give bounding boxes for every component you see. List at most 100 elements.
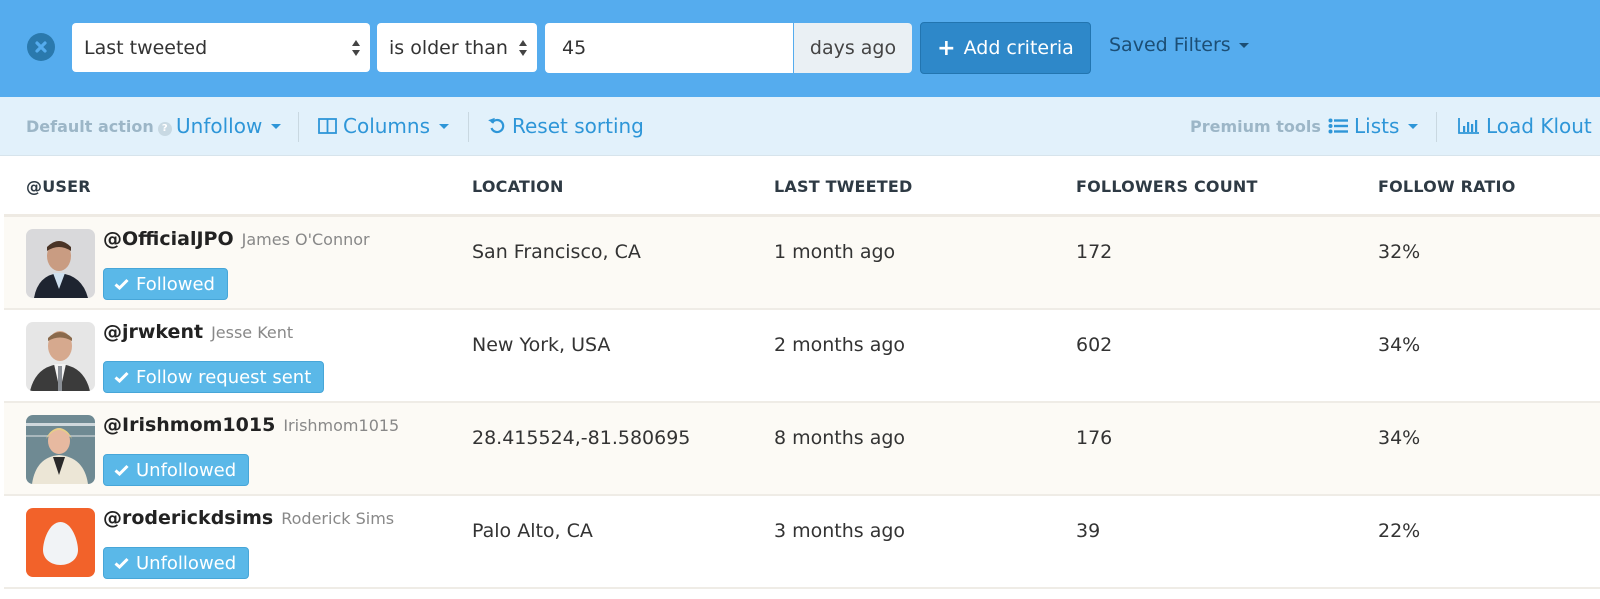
followers-count-cell: 172 (1076, 241, 1113, 263)
caret-down-icon (1408, 123, 1419, 129)
saved-filters-dropdown[interactable]: Saved Filters (1109, 34, 1249, 56)
user-full-name: Roderick Sims (281, 509, 395, 528)
user-photo-icon (26, 415, 95, 484)
help-icon[interactable]: ? (157, 122, 172, 136)
status-badge[interactable]: Followed (103, 268, 228, 300)
followers-count-cell: 176 (1076, 427, 1113, 449)
last-tweeted-cell: 8 months ago (774, 427, 906, 449)
caret-down-icon (1238, 42, 1249, 48)
status-label: Follow request sent (136, 366, 312, 388)
status-label: Unfollowed (136, 459, 237, 481)
last-tweeted-cell: 3 months ago (774, 520, 906, 542)
check-icon (114, 557, 129, 569)
table-row[interactable]: @OfficialJPO James O'Connor Followed San … (4, 217, 1600, 310)
select-arrows-icon (352, 40, 360, 56)
status-label: Unfollowed (136, 552, 237, 574)
list-icon (1328, 118, 1348, 134)
user-handle: @jrwkent (103, 321, 204, 343)
column-header-last-tweeted[interactable]: LAST TWEETED (774, 177, 913, 196)
user-handle-link[interactable]: @roderickdsims Roderick Sims (103, 507, 394, 529)
status-badge[interactable]: Unfollowed (103, 547, 250, 579)
followers-count-cell: 39 (1076, 520, 1101, 542)
default-action-label: Default action? (26, 117, 172, 136)
bar-chart-icon (1458, 118, 1479, 134)
follow-ratio-cell: 34% (1378, 427, 1421, 449)
avatar[interactable] (26, 229, 95, 298)
saved-filters-label: Saved Filters (1109, 34, 1231, 56)
users-table: @USER LOCATION LAST TWEETED FOLLOWERS CO… (4, 156, 1600, 589)
default-action-text: Default action (26, 117, 154, 136)
divider (298, 112, 299, 142)
user-handle: @roderickdsims (103, 507, 274, 529)
status-badge[interactable]: Unfollowed (103, 454, 250, 486)
last-tweeted-cell: 2 months ago (774, 334, 906, 356)
filter-operator-value: is older than (389, 36, 508, 59)
avatar[interactable] (26, 322, 95, 391)
load-klout-button[interactable]: Load Klout (1458, 114, 1592, 138)
unit-addon: days ago (794, 23, 912, 73)
filter-field-value: Last tweeted (84, 36, 208, 59)
column-header-followers-count[interactable]: FOLLOWERS COUNT (1076, 177, 1258, 196)
filter-field-select[interactable]: Last tweeted (72, 23, 370, 72)
divider (1436, 112, 1437, 142)
location-cell: 28.415524,-81.580695 (472, 427, 691, 449)
status-badge[interactable]: Follow request sent (103, 361, 325, 393)
table-row[interactable]: @Irishmom1015 Irishmom1015 Unfollowed 28.… (4, 403, 1600, 496)
user-full-name: Jesse Kent (211, 323, 294, 342)
columns-dropdown[interactable]: Columns (318, 114, 450, 138)
table-row[interactable]: @roderickdsims Roderick Sims Unfollowed P… (4, 496, 1600, 589)
caret-down-icon (439, 123, 450, 129)
column-header-location[interactable]: LOCATION (472, 177, 564, 196)
user-handle-link[interactable]: @OfficialJPO James O'Connor (103, 228, 370, 250)
filter-value-input[interactable] (545, 23, 793, 73)
follow-ratio-cell: 22% (1378, 520, 1421, 542)
divider (468, 112, 469, 142)
location-cell: Palo Alto, CA (472, 520, 593, 542)
columns-icon (318, 118, 337, 134)
user-handle-link[interactable]: @Irishmom1015 Irishmom1015 (103, 414, 399, 436)
last-tweeted-cell: 1 month ago (774, 241, 896, 263)
location-cell: San Francisco, CA (472, 241, 641, 263)
load-klout-label: Load Klout (1486, 114, 1592, 138)
egg-avatar-icon (26, 508, 95, 577)
lists-dropdown[interactable]: Lists (1328, 114, 1419, 138)
avatar[interactable] (26, 415, 95, 484)
default-action-dropdown[interactable]: Unfollow (176, 114, 282, 138)
user-photo-icon (26, 322, 95, 391)
user-full-name: James O'Connor (241, 230, 370, 249)
plus-icon: + (937, 35, 956, 61)
user-handle-link[interactable]: @jrwkent Jesse Kent (103, 321, 293, 343)
filter-bar: Last tweeted is older than days ago + Ad… (0, 0, 1600, 97)
reset-icon (488, 117, 505, 134)
follow-ratio-cell: 34% (1378, 334, 1421, 356)
add-criteria-button[interactable]: + Add criteria (920, 22, 1091, 74)
location-cell: New York, USA (472, 334, 611, 356)
user-handle: @Irishmom1015 (103, 414, 276, 436)
select-arrows-icon (519, 40, 527, 56)
reset-sorting-label: Reset sorting (512, 114, 644, 138)
caret-down-icon (271, 123, 282, 129)
follow-ratio-cell: 32% (1378, 241, 1421, 263)
clear-filter-button[interactable] (27, 33, 55, 61)
status-label: Followed (136, 273, 215, 295)
add-criteria-label: Add criteria (963, 37, 1074, 59)
avatar[interactable] (26, 508, 95, 577)
check-icon (114, 371, 129, 383)
premium-tools-label: Premium tools (1190, 117, 1321, 136)
column-header-user[interactable]: @USER (26, 177, 91, 196)
close-icon (35, 41, 47, 53)
check-icon (114, 464, 129, 476)
columns-label: Columns (343, 114, 431, 138)
table-header: @USER LOCATION LAST TWEETED FOLLOWERS CO… (4, 156, 1600, 217)
reset-sorting-button[interactable]: Reset sorting (488, 114, 644, 138)
default-action-value: Unfollow (176, 114, 263, 138)
user-handle: @OfficialJPO (103, 228, 234, 250)
followers-count-cell: 602 (1076, 334, 1113, 356)
toolbar: Default action? Unfollow Columns Reset s… (0, 97, 1600, 156)
filter-operator-select[interactable]: is older than (377, 23, 537, 72)
check-icon (114, 278, 129, 290)
table-row[interactable]: @jrwkent Jesse Kent Follow request sent N… (4, 310, 1600, 403)
column-header-follow-ratio[interactable]: FOLLOW RATIO (1378, 177, 1516, 196)
user-full-name: Irishmom1015 (283, 416, 400, 435)
user-photo-icon (26, 229, 95, 298)
